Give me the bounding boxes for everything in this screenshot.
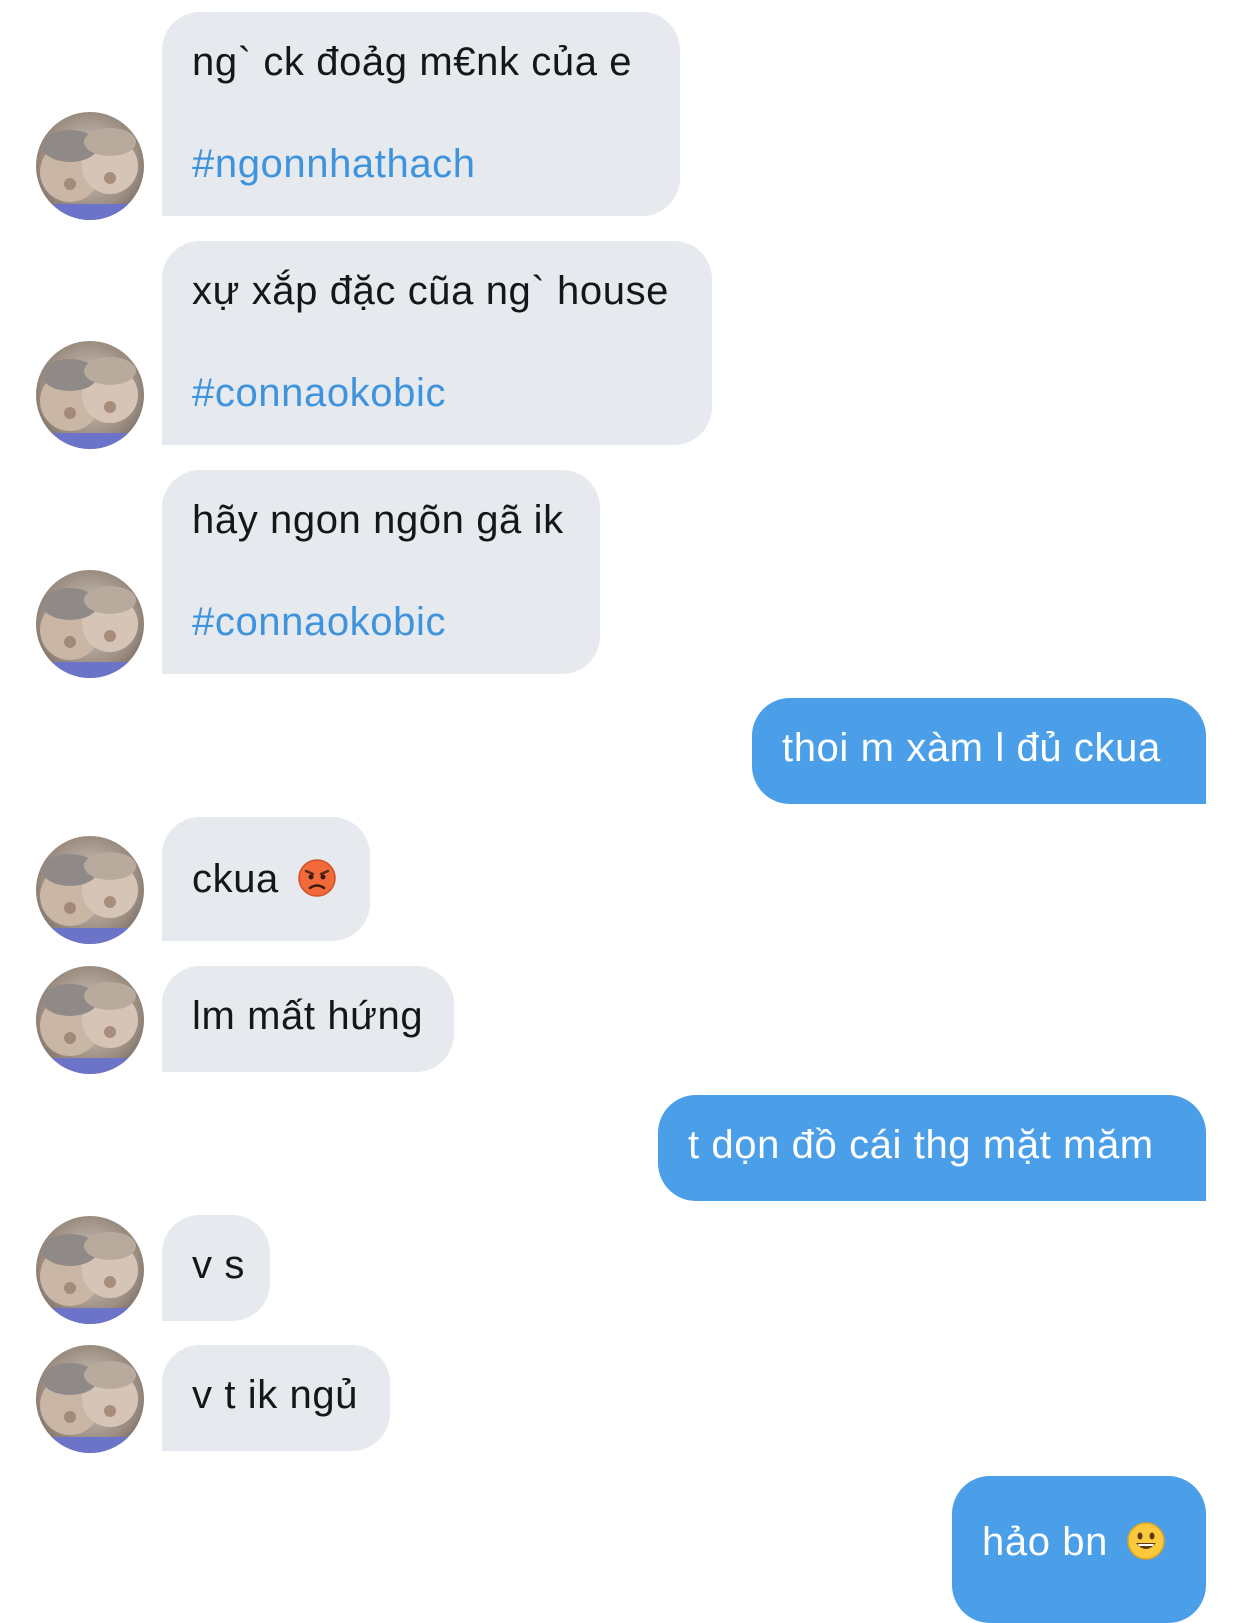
avatar-photo <box>36 357 144 449</box>
message-bubble-incoming[interactable]: ng` ck đoảg m€nk của e #ngonnhathach <box>162 12 680 216</box>
hashtag-link[interactable]: #connaokobic <box>192 371 682 415</box>
message-text: hãy ngon ngõn gã ik <box>192 498 564 542</box>
message-text: v t ik ngủ <box>192 1373 359 1417</box>
message-bubble-incoming[interactable]: lm mất hứng <box>162 966 454 1072</box>
avatar[interactable] <box>36 966 144 1074</box>
avatar[interactable] <box>36 1216 144 1324</box>
message-bubble-incoming[interactable]: v t ik ngủ <box>162 1345 390 1451</box>
message-bubble-outgoing[interactable]: t dọn đồ cái thg mặt măm <box>658 1095 1206 1201</box>
grinning-face-icon <box>1126 1522 1165 1560</box>
hashtag-link[interactable]: #ngonnhathach <box>192 142 650 186</box>
pouting-face-icon <box>297 859 336 897</box>
message-bubble-incoming[interactable]: ckua <box>162 817 370 941</box>
message-text: lm mất hứng <box>192 994 424 1038</box>
avatar-photo <box>36 128 144 220</box>
message-bubble-incoming[interactable]: hãy ngon ngõn gã ik #connaokobic <box>162 470 600 674</box>
avatar[interactable] <box>36 341 144 449</box>
message-text: ckua <box>192 857 279 901</box>
message-bubble-incoming[interactable]: xự xắp đặc cũa ng` house #connaokobic <box>162 241 712 445</box>
message-bubble-outgoing[interactable]: thoi m xàm l đủ ckua <box>752 698 1206 804</box>
message-text: hảo bn <box>982 1520 1108 1564</box>
message-bubble-outgoing[interactable]: hảo bn <box>952 1476 1206 1623</box>
avatar-photo <box>36 1361 144 1453</box>
avatar-photo <box>36 1232 144 1324</box>
avatar[interactable] <box>36 836 144 944</box>
conversation-thread: ng` ck đoảg m€nk của e #ngonnhathach xự … <box>0 0 1242 1623</box>
message-text: thoi m xàm l đủ ckua <box>782 726 1161 770</box>
avatar[interactable] <box>36 570 144 678</box>
avatar-photo <box>36 982 144 1074</box>
avatar[interactable] <box>36 1345 144 1453</box>
avatar-photo <box>36 586 144 678</box>
message-text: xự xắp đặc cũa ng` house <box>192 269 670 313</box>
message-text: t dọn đồ cái thg mặt măm <box>688 1123 1154 1167</box>
message-text: ng` ck đoảg m€nk của e <box>192 40 633 84</box>
avatar-photo <box>36 852 144 944</box>
hashtag-link[interactable]: #connaokobic <box>192 600 570 644</box>
message-text: v s <box>192 1243 245 1287</box>
message-bubble-incoming[interactable]: v s <box>162 1215 270 1321</box>
avatar[interactable] <box>36 112 144 220</box>
